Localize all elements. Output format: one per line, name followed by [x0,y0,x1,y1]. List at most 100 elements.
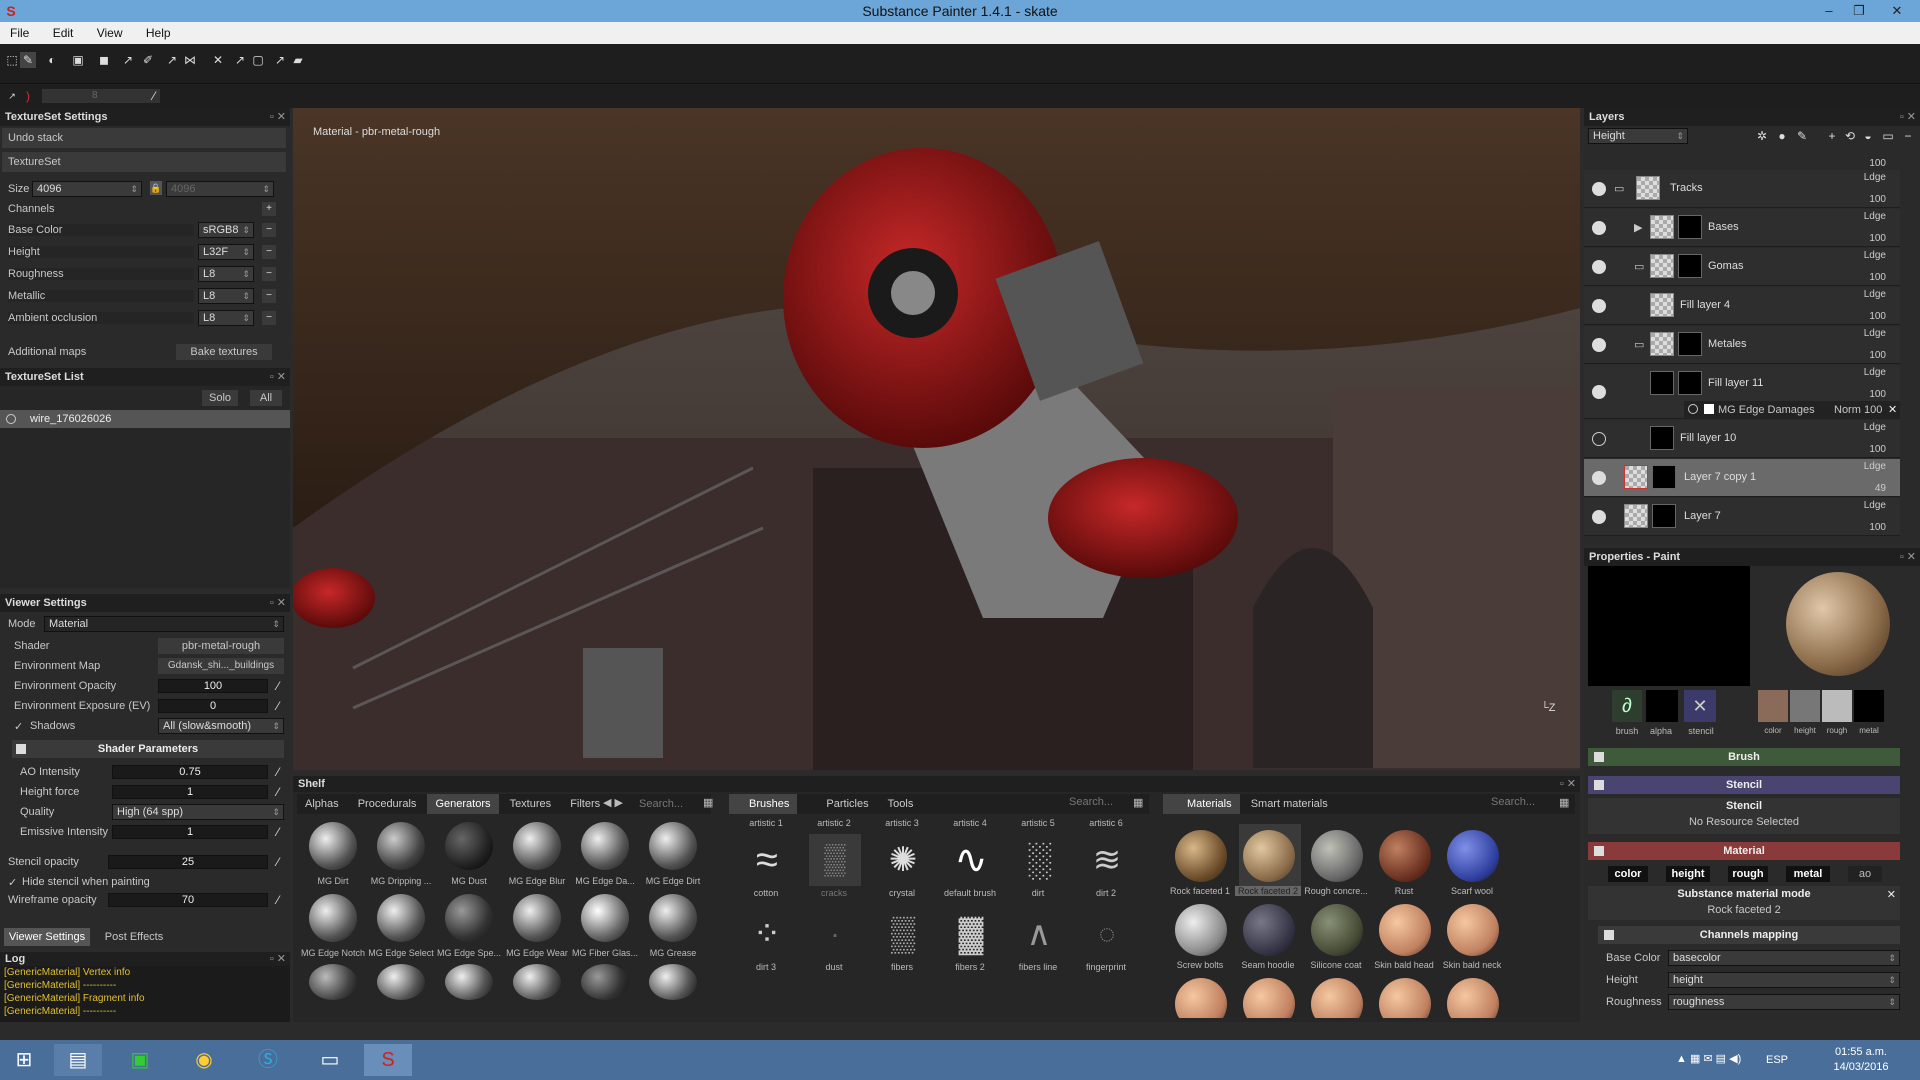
tab-tools[interactable]: Tools [880,794,922,814]
material-thumb[interactable] [1311,904,1363,956]
undo-stack-button[interactable]: Undo stack [2,128,286,148]
material-thumb[interactable] [1379,978,1431,1018]
shader-params-header[interactable]: Shader Parameters [12,740,284,758]
generator-thumb[interactable] [309,822,357,870]
folder-icon[interactable]: ▭ [1880,128,1896,144]
layer-opacity[interactable]: 49 [1875,483,1886,494]
generator-thumb[interactable] [649,822,697,870]
generator-thumb[interactable] [445,822,493,870]
layer-blend[interactable]: Ldge [1864,422,1886,433]
layer-blend[interactable]: Ldge [1864,461,1886,472]
material-thumb[interactable] [1243,904,1295,956]
layer-blend[interactable]: Ldge [1864,172,1886,183]
edit-value-icon[interactable]: ⁄ [270,698,286,714]
edit-value-icon[interactable]: ⁄ [270,892,286,908]
brush-stroke-thumb[interactable]: · [809,908,861,960]
close-panel-icon[interactable]: ▫ ✕ [1900,108,1916,126]
grid-view-icon[interactable]: ▦ [1559,796,1569,809]
close-panel-icon[interactable]: ▫ ✕ [1560,776,1576,792]
layer-opacity[interactable]: 100 [1869,350,1886,361]
layer-row[interactable]: Layer 7 Ldge 100 [1584,498,1900,536]
tab-smart-materials[interactable]: Smart materials [1243,794,1336,814]
visibility-icon[interactable] [1592,432,1606,446]
collapse-icon[interactable] [16,744,26,754]
visibility-icon[interactable] [1592,260,1606,274]
select-icon[interactable]: ⬚ [4,52,20,68]
brush-stroke-thumb[interactable]: ◌ [1081,908,1133,960]
menu-help[interactable]: Help [136,22,181,44]
add-effect-icon[interactable]: ✲ [1754,128,1770,144]
channel-format-select[interactable]: L32F [198,244,254,260]
channel-format-select[interactable]: L8 [198,288,254,304]
generator-thumb[interactable] [445,894,493,942]
channel-format-select[interactable]: sRGB8 [198,222,254,238]
rough-map-thumb[interactable] [1822,690,1852,722]
generator-thumb[interactable] [581,822,629,870]
metal-map-thumb[interactable] [1854,690,1884,722]
layer-row[interactable]: Fill layer 11 Ldge 100 MG Edge Damages N… [1584,365,1900,419]
folder-icon[interactable]: ▶ [1634,221,1642,234]
geometry-mask-icon[interactable]: ◼ [96,52,112,68]
effect-opacity[interactable]: 100 [1864,404,1882,416]
pressure-icon[interactable]: ) [20,88,36,104]
layer-opacity[interactable]: 100 [1869,444,1886,455]
visibility-icon[interactable] [1592,221,1606,235]
layer-row[interactable]: ▶ Bases Ldge 100 [1584,209,1900,247]
layer-blend[interactable]: Ldge [1864,211,1886,222]
mode-select[interactable]: Material [44,616,284,632]
search-input-right[interactable]: Search... [1491,796,1547,808]
visibility-icon[interactable] [1592,182,1606,196]
layer-row[interactable]: ▭ Tracks Ldge 100 [1584,170,1900,208]
brush-stroke-thumb[interactable]: ▒ [877,908,929,960]
channel-format-select[interactable]: L8 [198,310,254,326]
restore-button[interactable]: ❐ [1846,0,1872,22]
hide-stencil-checkbox[interactable]: ✓ [8,876,17,889]
tab-procedurals[interactable]: Procedurals [350,794,425,814]
material-thumb[interactable] [1243,830,1295,882]
grid-view-icon[interactable]: ▦ [703,796,713,809]
bake-textures-button[interactable]: Bake textures [176,344,272,360]
chip-metal[interactable]: metal [1786,866,1830,882]
visibility-icon[interactable] [1592,510,1606,524]
stencil-slot-icon[interactable]: ✕ [1684,690,1716,722]
brush-section-header[interactable]: Brush [1588,748,1900,766]
menu-edit[interactable]: Edit [43,22,84,44]
edit-value-icon[interactable]: ⁄ [270,678,286,694]
tab-scroll-icon[interactable]: ◀ ▶ [603,796,623,809]
channels-mapping-header[interactable]: Channels mapping [1598,926,1900,944]
brush-stroke-thumb[interactable]: ≋ [1081,834,1133,886]
layer-opacity[interactable]: 100 [1869,522,1886,533]
edit-value-icon[interactable]: ⁄ [270,784,286,800]
generator-thumb[interactable] [649,894,697,942]
env-opacity-slider[interactable]: 100 [158,679,268,693]
generator-thumb[interactable] [445,964,493,1000]
generator-thumb[interactable] [377,964,425,1000]
edit-value-icon[interactable]: ⁄ [270,854,286,870]
remove-channel-icon[interactable]: − [262,267,276,281]
channel-format-select[interactable]: L8 [198,266,254,282]
generator-thumb[interactable] [513,964,561,1000]
store-icon[interactable]: ▣ [116,1044,164,1076]
close-button[interactable]: ✕ [1884,0,1910,22]
material-thumb[interactable] [1175,904,1227,956]
size-slider[interactable]: 8 [42,89,160,103]
language-indicator[interactable]: ESP [1766,1054,1788,1066]
env-exposure-slider[interactable]: 0 [158,699,268,713]
material-thumb[interactable] [1379,830,1431,882]
tab-post-effects[interactable]: Post Effects [96,928,172,946]
remove-channel-icon[interactable]: − [262,311,276,325]
layer-channel-select[interactable]: Height [1588,128,1688,144]
ao-slider[interactable]: 0.75 [112,765,268,779]
height-force-slider[interactable]: 1 [112,785,268,799]
tab-particles[interactable]: Particles [800,794,876,814]
remove-channel-icon[interactable]: − [262,289,276,303]
tab-textures[interactable]: Textures [502,794,560,814]
chrome-icon[interactable]: ◉ [180,1044,228,1076]
folder-icon[interactable]: ▭ [1634,338,1644,351]
wireframe-slider[interactable]: 70 [108,893,268,907]
visibility-icon[interactable] [1592,385,1606,399]
layer-row[interactable]: ▭ Metales Ldge 100 [1584,326,1900,364]
brush-stroke-thumb[interactable]: ✺ [877,834,929,886]
size-select[interactable]: 4096 [32,181,142,197]
layer-opacity[interactable]: 100 [1869,233,1886,244]
